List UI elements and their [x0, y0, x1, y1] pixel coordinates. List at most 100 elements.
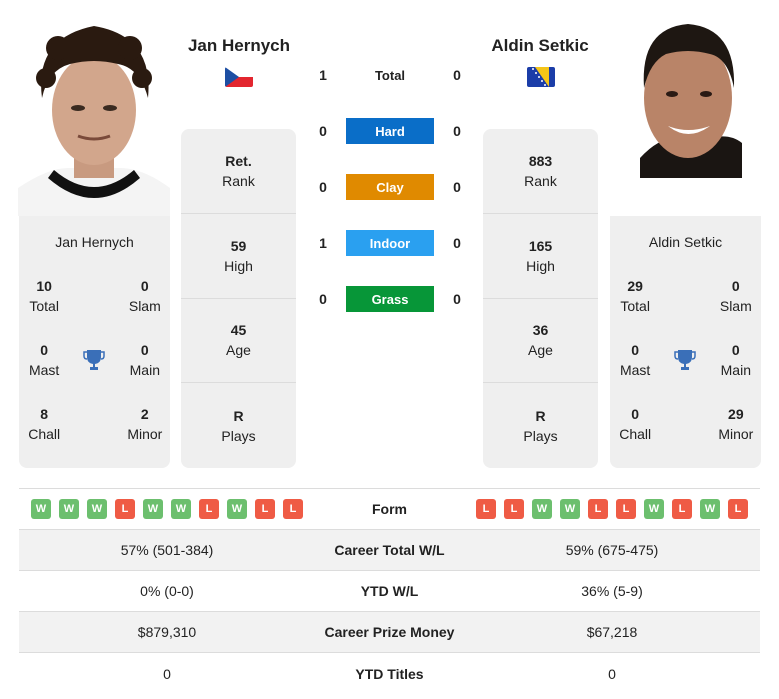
- trophy-icon: [69, 340, 119, 380]
- player2-plays-label: Plays: [523, 427, 558, 444]
- value: 0: [731, 342, 740, 358]
- label: Chall: [28, 426, 61, 442]
- row-label: Career Total W/L: [334, 542, 445, 558]
- value: 29: [728, 406, 744, 422]
- player2-value: 0: [608, 665, 616, 682]
- label: Total: [620, 298, 650, 314]
- comparison-table: 57% (501-384) Career Total W/L 59% (675-…: [19, 530, 760, 694]
- player2-card-name[interactable]: Aldin Setkic: [610, 234, 761, 254]
- h2h-indoor-row: 1 Indoor 0: [310, 230, 470, 256]
- player1-high: 59 High: [181, 214, 296, 299]
- player1-titles-mast: 0 Mast: [19, 340, 69, 380]
- value: 2: [140, 406, 149, 422]
- player2-form-loss-badge[interactable]: L: [504, 499, 524, 519]
- h2h-p2-count: 0: [453, 179, 461, 195]
- player1-card-name[interactable]: Jan Hernych: [19, 234, 170, 254]
- player1-titles-total: 10 Total: [19, 276, 69, 316]
- player2-titles-chall: 0 Chall: [610, 404, 660, 444]
- h2h-p1-count: 0: [319, 179, 327, 195]
- player2-rank: 883 Rank: [483, 129, 598, 214]
- label: Minor: [718, 426, 754, 442]
- h2h-p1-count: 1: [319, 67, 327, 83]
- player2-form-win-badge[interactable]: W: [532, 499, 552, 519]
- player1-titles-main: 0 Main: [120, 340, 170, 380]
- value: 8: [40, 406, 49, 422]
- label: Mast: [619, 362, 651, 378]
- value: 0: [731, 278, 740, 294]
- label: Slam: [128, 298, 161, 314]
- player2-form-loss-badge[interactable]: L: [476, 499, 496, 519]
- czech-republic-flag-icon: [225, 67, 253, 87]
- player2-titles-main: 0 Main: [711, 340, 761, 380]
- value: 0: [631, 406, 640, 422]
- h2h-total-row: 1 Total 0: [310, 62, 470, 88]
- player2-form-loss-badge[interactable]: L: [616, 499, 636, 519]
- surface-grass-badge[interactable]: Grass: [346, 286, 434, 312]
- h2h-grass-row: 0 Grass 0: [310, 286, 470, 312]
- player2-form-loss-badge[interactable]: L: [728, 499, 748, 519]
- h2h-p2-count: 0: [453, 291, 461, 307]
- row-label: YTD W/L: [360, 583, 419, 599]
- player2-form-win-badge[interactable]: W: [560, 499, 580, 519]
- h2h-p1-count: 0: [319, 123, 327, 139]
- player2-titles-slam: 0 Slam: [711, 276, 761, 316]
- player1-photo: [18, 18, 170, 216]
- player2-form-loss-badge[interactable]: L: [588, 499, 608, 519]
- player1-plays-label: Plays: [221, 427, 256, 444]
- h2h-clay-row: 0 Clay 0: [310, 174, 470, 200]
- player1-value: 57% (501-384): [120, 542, 214, 558]
- player1-age-value: 45: [230, 322, 247, 339]
- player2-rank-label: Rank: [524, 172, 557, 189]
- value: 29: [627, 278, 643, 294]
- player2-value: $67,218: [586, 624, 638, 640]
- player2-plays-value: R: [535, 407, 546, 424]
- player1-high-label: High: [224, 257, 253, 274]
- player2-titles-minor: 29 Minor: [711, 404, 761, 444]
- player2-form-win-badge[interactable]: W: [644, 499, 664, 519]
- h2h-p2-count: 0: [453, 235, 461, 251]
- player1-titles-chall: 8 Chall: [19, 404, 69, 444]
- player2-high: 165 High: [483, 214, 598, 299]
- label: Mast: [28, 362, 60, 378]
- player1-name[interactable]: Jan Hernych: [159, 36, 319, 56]
- player2-age-value: 36: [532, 322, 549, 339]
- player2-age-label: Age: [528, 342, 553, 359]
- trophy-icon: [660, 340, 710, 380]
- player1-high-value: 59: [230, 237, 247, 254]
- player2-titles-total: 29 Total: [610, 276, 660, 316]
- player1-value: 0: [163, 665, 171, 682]
- player2-form-win-badge[interactable]: W: [700, 499, 720, 519]
- player1-age: 45 Age: [181, 299, 296, 384]
- table-row: 0 YTD Titles 0: [19, 653, 760, 694]
- player2-age: 36 Age: [483, 299, 598, 384]
- player1-rank-label: Rank: [222, 172, 255, 189]
- surface-clay-badge[interactable]: Clay: [346, 174, 434, 200]
- bosnia-herzegovina-flag-icon: [527, 67, 555, 87]
- value: 0: [40, 342, 49, 358]
- player1-titles-card: Jan Hernych 10 Total 0 Slam 0 Mast 0 Main 8 C…: [19, 216, 170, 468]
- row-label: YTD Titles: [355, 665, 424, 682]
- player1-value: 0% (0-0): [140, 583, 194, 599]
- value: 0: [631, 342, 640, 358]
- row-label: Career Prize Money: [324, 624, 455, 640]
- player2-form-loss-badge[interactable]: L: [672, 499, 692, 519]
- label: Minor: [127, 426, 163, 442]
- value: 0: [140, 278, 149, 294]
- label: Main: [129, 362, 160, 378]
- table-row: 57% (501-384) Career Total W/L 59% (675-…: [19, 530, 760, 571]
- form-row: WWWLWWLWLL Form LLWWLLWLWL: [19, 489, 760, 529]
- player1-rank: Ret. Rank: [181, 129, 296, 214]
- player1-titles-minor: 2 Minor: [120, 404, 170, 444]
- player2-name[interactable]: Aldin Setkic: [460, 36, 620, 56]
- player2-plays: R Plays: [483, 383, 598, 468]
- label: Total: [29, 298, 59, 314]
- player2-photo: [630, 18, 746, 178]
- surface-hard-badge[interactable]: Hard: [346, 118, 434, 144]
- player1-value: $879,310: [137, 624, 197, 640]
- label: Main: [720, 362, 751, 378]
- table-row: 0% (0-0) YTD W/L 36% (5-9): [19, 571, 760, 612]
- label: Slam: [719, 298, 752, 314]
- surface-indoor-badge[interactable]: Indoor: [346, 230, 434, 256]
- player1-rank-value: Ret.: [225, 152, 252, 169]
- player1-age-label: Age: [226, 342, 251, 359]
